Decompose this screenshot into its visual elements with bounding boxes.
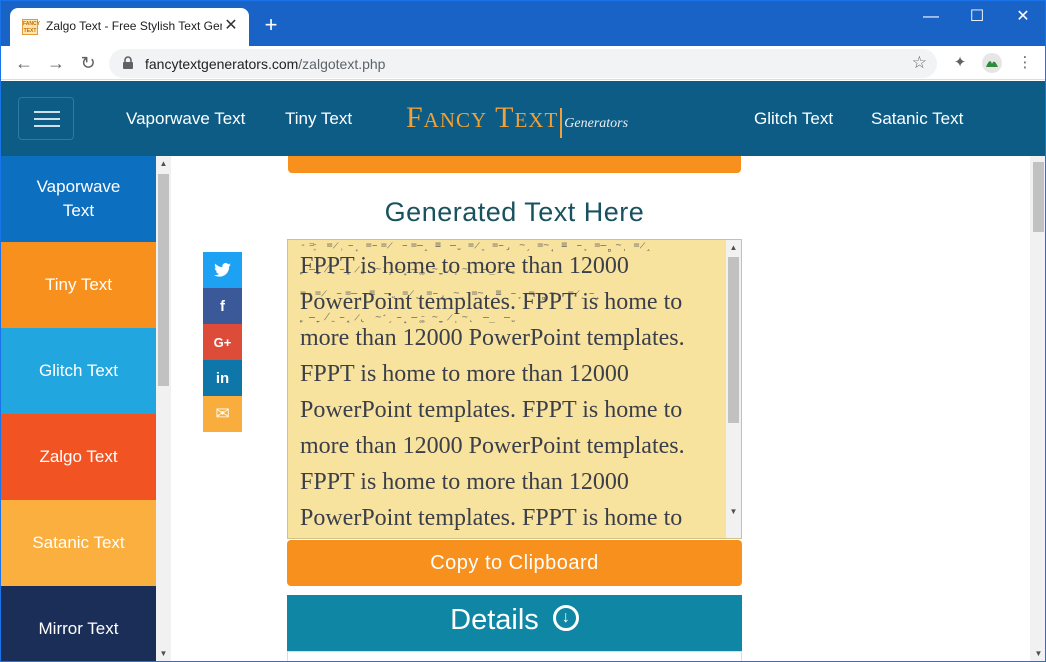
details-panel-edge	[287, 651, 742, 661]
new-tab-button[interactable]: +	[260, 14, 282, 36]
generated-text: FPPT is home to more than 12000 PowerPoi…	[300, 253, 685, 531]
google-plus-icon: G+	[213, 334, 232, 350]
minimize-button[interactable]: —	[908, 5, 954, 29]
profile-avatar[interactable]	[981, 52, 1003, 74]
tab-close-icon[interactable]: ✕	[223, 18, 239, 34]
sidebar-item-tiny[interactable]: Tiny Text	[1, 242, 156, 328]
back-button[interactable]: ←	[12, 51, 36, 75]
nav-link-vaporwave[interactable]: Vaporwave Text	[126, 109, 245, 129]
linkedin-share-button[interactable]: in	[203, 360, 242, 396]
sidebar-item-satanic[interactable]: Satanic Text	[1, 500, 156, 586]
reload-button[interactable]: ↻	[76, 51, 100, 75]
nav-link-tiny[interactable]: Tiny Text	[285, 109, 352, 129]
twitter-icon	[214, 263, 231, 277]
email-icon: ✉	[215, 404, 230, 423]
logo-main-text: Fancy Text	[406, 101, 559, 134]
browser-window: FANCY TEXT Zalgo Text - Free Stylish Tex…	[0, 0, 1046, 662]
email-share-button[interactable]: ✉	[203, 396, 242, 432]
sidebar-item-vaporwave[interactable]: Vaporwave Text	[1, 156, 156, 242]
generate-button-partial[interactable]	[288, 156, 741, 173]
facebook-share-button[interactable]: f	[203, 288, 242, 324]
maximize-button[interactable]: ☐	[954, 5, 1000, 29]
details-label: Details	[450, 604, 539, 636]
twitter-share-button[interactable]	[203, 252, 242, 288]
browser-toolbar: ← → ↻ fancytextgenerators.com/zalgotext.…	[1, 46, 1045, 80]
generated-text-area[interactable]: -=̵͈ =̷̹ ̵̘ =̵=̷ ̵=̶̝ ≡ ̶̺ =̷̞ =̵̡ ̴̗ =̴…	[287, 239, 742, 539]
arrow-down-circle-icon: ↓	[552, 605, 579, 632]
logo-sub-text: Generators	[564, 116, 629, 131]
hamburger-menu-button[interactable]	[18, 97, 74, 140]
sidebar-item-mirror[interactable]: Mirror Text	[1, 586, 156, 661]
nav-link-satanic[interactable]: Satanic Text	[871, 109, 963, 129]
details-button[interactable]: Details ↓	[287, 595, 742, 651]
sidebar-scrollbar[interactable]: ▲ ▼	[156, 156, 171, 661]
extensions-icon[interactable]: ✦	[949, 52, 971, 74]
address-bar[interactable]: fancytextgenerators.com/zalgotext.php ☆	[109, 49, 937, 78]
window-close-button[interactable]: ✕	[1000, 5, 1045, 29]
site-header: Vaporwave Text Tiny Text Fancy Text Gener…	[1, 81, 1045, 156]
facebook-icon: f	[220, 297, 225, 315]
sidebar-item-zalgo[interactable]: Zalgo Text	[1, 414, 156, 500]
favicon-icon: FANCY TEXT	[22, 19, 40, 35]
tab-title: Zalgo Text - Free Stylish Text Generator	[46, 19, 222, 33]
sidebar: Vaporwave Text Tiny Text Glitch Text Zal…	[1, 156, 156, 661]
forward-button[interactable]: →	[44, 51, 68, 75]
page-scrollbar[interactable]: ▼	[1030, 156, 1045, 661]
lock-icon	[123, 56, 133, 69]
bookmark-star-icon[interactable]: ☆	[912, 53, 927, 73]
sidebar-item-glitch[interactable]: Glitch Text	[1, 328, 156, 414]
copy-to-clipboard-button[interactable]: Copy to Clipboard	[287, 540, 742, 586]
google-plus-share-button[interactable]: G+	[203, 324, 242, 360]
textarea-scrollbar[interactable]: ▲ ▼	[726, 240, 741, 538]
nav-link-glitch[interactable]: Glitch Text	[754, 109, 833, 129]
title-bar: FANCY TEXT Zalgo Text - Free Stylish Tex…	[1, 1, 1045, 46]
site-logo[interactable]: Fancy Text Generators	[406, 101, 629, 138]
section-title: Generated Text Here	[384, 197, 645, 227]
browser-menu-icon[interactable]: ⋮	[1014, 52, 1036, 74]
url-text: fancytextgenerators.com/zalgotext.php	[145, 56, 386, 72]
linkedin-icon: in	[215, 369, 230, 387]
browser-tab[interactable]: FANCY TEXT Zalgo Text - Free Stylish Tex…	[10, 8, 249, 46]
